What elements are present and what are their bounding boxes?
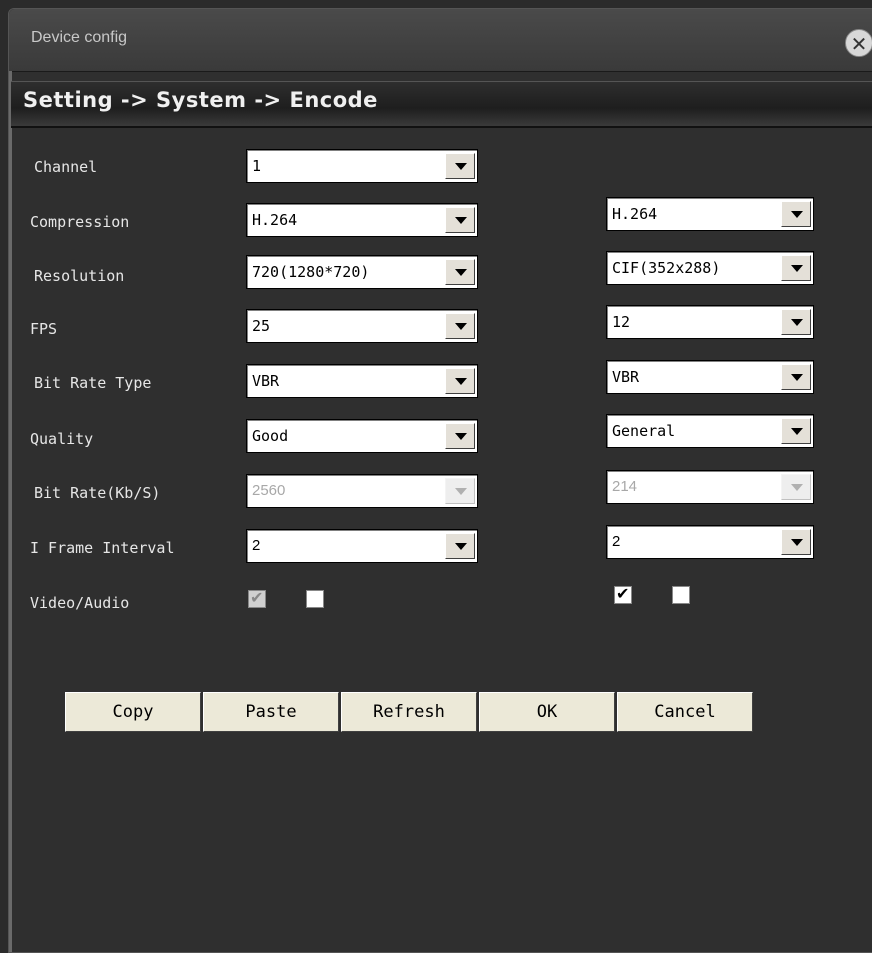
fps-main-select[interactable]: 25 bbox=[246, 309, 478, 343]
fps-main-value: 25 bbox=[252, 317, 271, 335]
bitrate-type-label: Bit Rate Type bbox=[34, 374, 152, 392]
resolution-extra-value: CIF(352x288) bbox=[612, 259, 721, 277]
channel-label: Channel bbox=[34, 158, 98, 176]
channel-select[interactable]: 1 bbox=[246, 149, 478, 183]
iframe-main-select[interactable]: 2 bbox=[246, 529, 478, 563]
resolution-main-value: 720(1280*720) bbox=[252, 263, 370, 281]
extra-video-checkbox[interactable] bbox=[614, 584, 632, 604]
quality-extra-value: General bbox=[612, 422, 676, 440]
chevron-down-icon bbox=[781, 474, 811, 500]
iframe-interval-label: I Frame Interval bbox=[30, 539, 175, 557]
compression-label: Compression bbox=[30, 213, 130, 231]
compression-extra-value: H.264 bbox=[612, 205, 658, 223]
fps-extra-select[interactable]: 12 bbox=[606, 305, 814, 339]
video-audio-label: Video/Audio bbox=[30, 594, 130, 612]
chevron-down-icon[interactable] bbox=[781, 418, 811, 444]
bitrate-extra-value: 214 bbox=[612, 478, 638, 495]
compression-main-value: H.264 bbox=[252, 211, 298, 229]
chevron-down-icon bbox=[445, 478, 475, 504]
chevron-down-icon[interactable] bbox=[445, 533, 475, 559]
iframe-main-value: 2 bbox=[252, 537, 261, 554]
main-audio-checkbox[interactable] bbox=[306, 590, 324, 608]
chevron-down-icon[interactable] bbox=[781, 364, 811, 390]
chevron-down-icon[interactable] bbox=[781, 529, 811, 555]
bitrate-main-select: 2560 bbox=[246, 474, 478, 508]
paste-button[interactable]: Paste bbox=[203, 692, 339, 732]
bitrate-type-main-select[interactable]: VBR bbox=[246, 364, 478, 398]
breadcrumb: Setting -> System -> Encode bbox=[23, 88, 378, 112]
copy-button[interactable]: Copy bbox=[65, 692, 201, 732]
main-video-checkbox bbox=[248, 588, 266, 608]
bitrate-type-extra-value: VBR bbox=[612, 368, 640, 386]
window-left-border bbox=[9, 71, 12, 952]
channel-value: 1 bbox=[252, 157, 262, 175]
chevron-down-icon[interactable] bbox=[445, 259, 475, 285]
chevron-down-icon[interactable] bbox=[445, 207, 475, 233]
refresh-button[interactable]: Refresh bbox=[341, 692, 477, 732]
quality-extra-select[interactable]: General bbox=[606, 414, 814, 448]
fps-extra-value: 12 bbox=[612, 313, 631, 331]
bitrate-main-value: 2560 bbox=[252, 482, 286, 499]
bitrate-type-main-value: VBR bbox=[252, 372, 280, 390]
resolution-label: Resolution bbox=[34, 267, 125, 285]
chevron-down-icon[interactable] bbox=[445, 423, 475, 449]
chevron-down-icon[interactable] bbox=[781, 255, 811, 281]
quality-main-select[interactable]: Good bbox=[246, 419, 478, 453]
chevron-down-icon[interactable] bbox=[781, 309, 811, 335]
breadcrumb-bar: Setting -> System -> Encode bbox=[11, 81, 872, 128]
resolution-extra-select[interactable]: CIF(352x288) bbox=[606, 251, 814, 285]
close-icon[interactable]: ✕ bbox=[845, 29, 872, 57]
bitrate-type-extra-select[interactable]: VBR bbox=[606, 360, 814, 394]
bitrate-label: Bit Rate(Kb/S) bbox=[34, 484, 161, 502]
extra-audio-checkbox[interactable] bbox=[672, 586, 690, 604]
resolution-main-select[interactable]: 720(1280*720) bbox=[246, 255, 478, 289]
iframe-extra-select[interactable]: 2 bbox=[606, 525, 814, 559]
title-bar[interactable]: Device config ✕ bbox=[9, 9, 872, 72]
quality-label: Quality bbox=[30, 430, 94, 448]
chevron-down-icon[interactable] bbox=[445, 313, 475, 339]
iframe-extra-value: 2 bbox=[612, 533, 621, 550]
chevron-down-icon[interactable] bbox=[781, 201, 811, 227]
quality-main-value: Good bbox=[252, 427, 289, 445]
chevron-down-icon[interactable] bbox=[445, 368, 475, 394]
ok-button[interactable]: OK bbox=[479, 692, 615, 732]
window-title: Device config bbox=[31, 29, 128, 46]
compression-extra-select[interactable]: H.264 bbox=[606, 197, 814, 231]
chevron-down-icon[interactable] bbox=[445, 153, 475, 179]
cancel-button[interactable]: Cancel bbox=[617, 692, 753, 732]
fps-label: FPS bbox=[30, 320, 58, 338]
bitrate-extra-select: 214 bbox=[606, 470, 814, 504]
compression-main-select[interactable]: H.264 bbox=[246, 203, 478, 237]
